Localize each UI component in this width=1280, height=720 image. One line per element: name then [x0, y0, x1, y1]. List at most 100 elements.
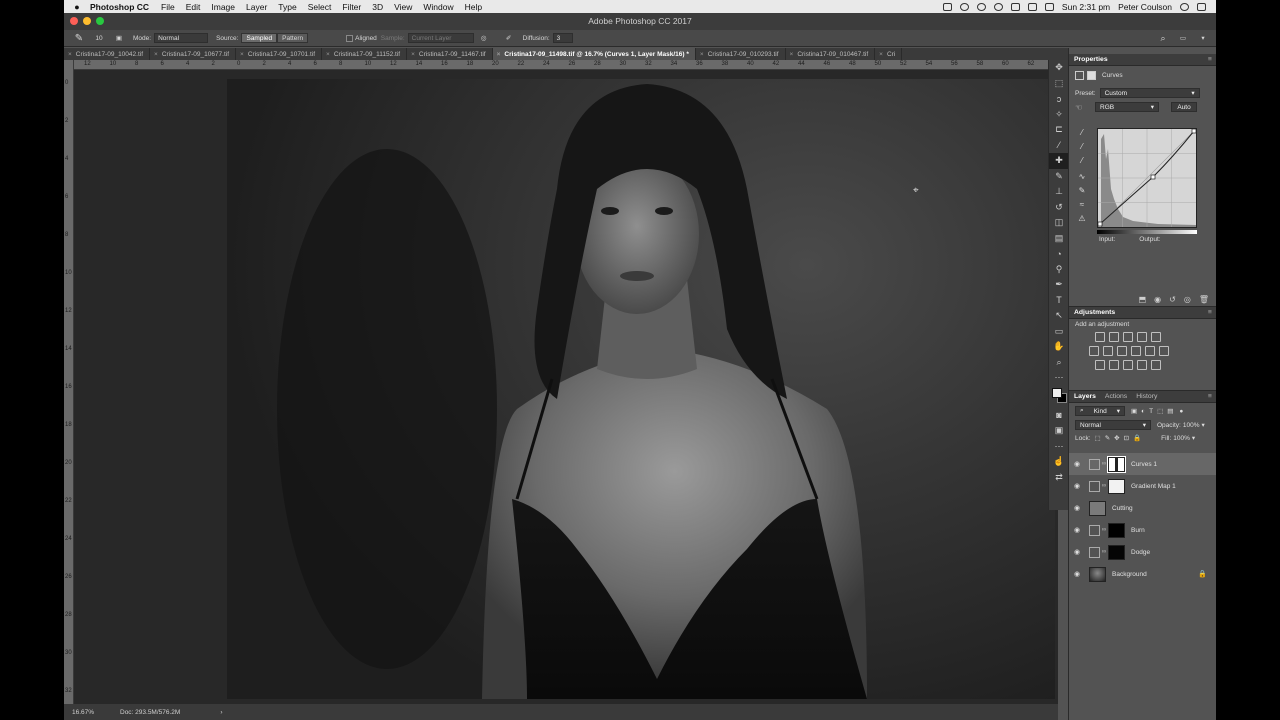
curve-edit-points-icon[interactable]: ∿ — [1075, 172, 1089, 184]
pressure-size-icon[interactable]: ✐ — [502, 32, 516, 44]
mask-icon[interactable] — [1087, 71, 1096, 80]
layer-name[interactable]: Curves 1 — [1131, 461, 1157, 468]
diffusion-dropdown[interactable]: 3 — [552, 33, 573, 43]
crop-tool-icon[interactable]: ⊏ — [1049, 122, 1069, 138]
layer-lock-icon[interactable]: 🔒 — [1198, 570, 1207, 578]
mode-dropdown[interactable]: Normal — [154, 33, 209, 43]
preset-dropdown[interactable]: Custom ▾ — [1099, 88, 1200, 98]
close-tab-icon[interactable]: × — [240, 51, 244, 58]
source-pattern-button[interactable]: Pattern — [277, 33, 309, 43]
lock-transparent-icon[interactable]: ⬚ — [1095, 434, 1101, 442]
close-tab-icon[interactable]: × — [790, 51, 794, 58]
close-tab-icon[interactable]: × — [154, 51, 158, 58]
selective-color-icon[interactable] — [1151, 360, 1161, 370]
screen-record-icon[interactable] — [942, 2, 952, 11]
filter-type-icon[interactable]: T — [1149, 408, 1153, 415]
adjustments-menu-icon[interactable]: ≡ — [1208, 309, 1212, 316]
layer-name[interactable]: Cutting — [1112, 505, 1133, 512]
visibility-eye-icon[interactable]: ◉ — [1069, 548, 1085, 556]
visibility-eye-icon[interactable]: ◉ — [1069, 460, 1085, 468]
curve-pencil-icon[interactable]: ✎ — [1075, 186, 1089, 198]
layer-thumbnail[interactable] — [1107, 455, 1126, 473]
filter-pixel-icon[interactable]: ▣ — [1131, 407, 1137, 415]
menu-help[interactable]: Help — [465, 2, 482, 12]
curve-white-point[interactable] — [1191, 128, 1197, 134]
opacity-value[interactable]: 100% — [1183, 422, 1200, 429]
lock-all-icon[interactable]: 🔒 — [1133, 434, 1141, 442]
adjustment-layer-icon[interactable] — [1089, 546, 1100, 558]
menu-3d[interactable]: 3D — [372, 2, 383, 12]
hue-saturation-icon[interactable] — [1089, 346, 1099, 356]
source-sampled-button[interactable]: Sampled — [241, 33, 278, 43]
battery-icon[interactable] — [1044, 2, 1054, 11]
curve-point[interactable] — [1150, 174, 1156, 180]
view-previous-icon[interactable]: ◉ — [1154, 295, 1161, 304]
photo-filter-icon[interactable] — [1131, 346, 1141, 356]
levels-icon[interactable] — [1109, 332, 1119, 342]
workspace-icon[interactable]: ▭ — [1176, 32, 1190, 44]
foreground-color-swatch[interactable] — [1052, 387, 1062, 398]
chevron-down-icon[interactable]: ▾ — [1201, 421, 1204, 429]
mask-link-icon[interactable]: ∞ — [1100, 483, 1108, 489]
curves-icon[interactable] — [1123, 332, 1133, 342]
eyedropper-black-icon[interactable]: ⁄ — [1075, 128, 1089, 140]
bluetooth-icon[interactable] — [976, 2, 986, 11]
properties-menu-icon[interactable]: ≡ — [1208, 56, 1212, 63]
brush-size-picker[interactable]: 10 — [92, 32, 106, 44]
layers-menu-icon[interactable]: ≡ — [1208, 393, 1212, 400]
layer-row[interactable]: ◉ ∞ Burn — [1069, 519, 1216, 541]
smooth-curve-icon[interactable]: ≈ — [1075, 200, 1089, 212]
threshold-icon[interactable] — [1123, 360, 1133, 370]
adjustment-layer-icon[interactable] — [1089, 458, 1100, 470]
blur-tool-icon[interactable]: ◔ — [1049, 246, 1069, 262]
menu-app-name[interactable]: Photoshop CC — [90, 2, 149, 12]
menubar-user[interactable]: Peter Coulson — [1118, 2, 1172, 12]
more-tools-icon[interactable]: ⋯ — [1049, 370, 1069, 386]
layer-thumbnail[interactable] — [1108, 544, 1125, 560]
layer-row[interactable]: ◉ Cutting — [1069, 497, 1216, 519]
visibility-eye-icon[interactable]: ◉ — [1069, 526, 1085, 534]
invert-icon[interactable] — [1095, 360, 1105, 370]
layer-thumbnail[interactable] — [1108, 522, 1125, 538]
chevron-down-icon[interactable]: ▾ — [1192, 434, 1195, 442]
menubar-clock[interactable]: Sun 2:31 pm — [1062, 2, 1110, 12]
spotlight-icon[interactable] — [1180, 2, 1189, 11]
visibility-eye-icon[interactable]: ◉ — [1069, 570, 1085, 578]
color-swatches[interactable] — [1049, 386, 1069, 408]
input-slider-track[interactable] — [1097, 230, 1197, 234]
layer-name[interactable]: Burn — [1131, 527, 1145, 534]
posterize-icon[interactable] — [1109, 360, 1119, 370]
filter-toggle-icon[interactable]: ● — [1179, 408, 1183, 415]
workspace-menu-icon[interactable]: ▾ — [1196, 32, 1210, 44]
black-white-icon[interactable] — [1117, 346, 1127, 356]
document-tab[interactable]: × Cristina17-09_10677.tif — [150, 48, 237, 60]
menu-filter[interactable]: Filter — [342, 2, 361, 12]
tab-layers[interactable]: Layers — [1074, 393, 1096, 400]
toggle-visibility-icon[interactable]: ◎ — [1184, 295, 1191, 304]
menu-layer[interactable]: Layer — [246, 2, 267, 12]
menu-select[interactable]: Select — [308, 2, 332, 12]
type-tool-icon[interactable]: T — [1049, 293, 1069, 309]
mask-link-icon[interactable]: ∞ — [1100, 527, 1108, 533]
color-balance-icon[interactable] — [1103, 346, 1113, 356]
layer-thumbnail[interactable] — [1108, 478, 1125, 494]
tab-history[interactable]: History — [1136, 393, 1157, 400]
layer-filter-dropdown[interactable]: ⌕ Kind ▾ — [1075, 406, 1125, 416]
brush-settings-icon[interactable]: ▣ — [112, 32, 126, 44]
adjustment-layer-icon[interactable] — [1089, 524, 1100, 536]
touch-icon[interactable]: ☝ — [1049, 454, 1069, 470]
vibrance-icon[interactable] — [1151, 332, 1161, 342]
time-machine-icon[interactable] — [993, 2, 1003, 11]
target-adjust-icon[interactable]: ☜ — [1075, 103, 1091, 112]
move-tool-icon[interactable]: ✥ — [1049, 60, 1069, 76]
quick-mask-icon[interactable]: ◙ — [1049, 408, 1069, 424]
close-tab-icon[interactable]: × — [879, 51, 883, 58]
sample-dropdown[interactable]: Current Layer — [407, 33, 474, 43]
document-tab[interactable]: × Cristina17-09_010467.tif — [786, 48, 876, 60]
lasso-tool-icon[interactable]: ↄ — [1049, 91, 1069, 107]
menu-type[interactable]: Type — [278, 2, 296, 12]
visibility-eye-icon[interactable]: ◉ — [1069, 482, 1085, 490]
brush-tool-icon[interactable]: ✎ — [1049, 169, 1069, 185]
path-selection-tool-icon[interactable]: ↖ — [1049, 308, 1069, 324]
notification-center-icon[interactable] — [1197, 2, 1206, 11]
